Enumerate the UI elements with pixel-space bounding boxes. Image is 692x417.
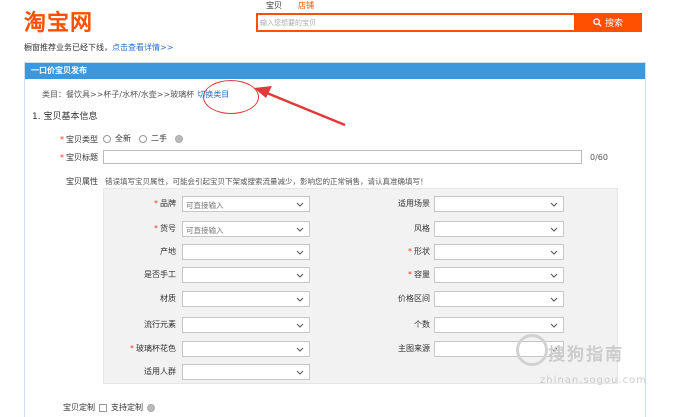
required-mark: * — [60, 153, 64, 162]
attr-label-right-4: 价格区间 — [398, 294, 430, 303]
custom-row: 宝贝定制 支持定制 — [63, 402, 157, 413]
chevron-down-icon — [296, 370, 304, 375]
category-path: 餐饮具>>杯子/水杯/水壶>>玻璃杯 — [66, 90, 195, 99]
attr-select-left-7[interactable] — [182, 364, 310, 380]
required-mark: * — [130, 344, 134, 353]
notice-text: 橱窗推荐业务已经下线， — [24, 43, 112, 52]
attr-label-left-6: * 玻璃杯花色 — [130, 344, 176, 353]
category-label: 类目： — [42, 90, 66, 99]
type-option-used[interactable]: 二手 — [139, 133, 167, 144]
chevron-down-icon — [296, 202, 304, 207]
required-mark: * — [154, 224, 158, 233]
attr-select-left-5[interactable] — [182, 317, 310, 333]
radio-icon — [175, 134, 183, 143]
select-value: 可直接输入 — [186, 226, 224, 235]
attr-select-left-2[interactable] — [182, 244, 310, 260]
tab-baobei[interactable]: 宝贝 — [258, 0, 290, 12]
required-mark: * — [408, 270, 412, 279]
type-option-new[interactable]: 全新 — [103, 133, 131, 144]
title-label: * 宝贝标题 — [60, 153, 98, 162]
attr-label-right-5: 个数 — [414, 320, 430, 329]
required-mark: * — [408, 247, 412, 256]
attr-select-left-0[interactable]: 可直接输入 — [182, 196, 310, 212]
attr-select-right-3[interactable] — [434, 267, 564, 283]
chevron-down-icon — [550, 297, 558, 302]
search-box: 搜索 — [256, 13, 642, 32]
attr-select-left-1[interactable]: 可直接输入 — [182, 221, 310, 237]
tab-dianpu[interactable]: 店铺 — [290, 0, 322, 12]
attr-label-left-2: 产地 — [160, 247, 176, 256]
attr-select-left-3[interactable] — [182, 267, 310, 283]
chevron-down-icon — [296, 227, 304, 232]
chevron-down-icon — [296, 273, 304, 278]
attr-select-right-2[interactable] — [434, 244, 564, 260]
attr-select-left-6[interactable] — [182, 341, 310, 357]
attr-label-left-4: 材质 — [160, 294, 176, 303]
attr-label-left-7: 适用人群 — [144, 367, 176, 376]
attr-label-left-5: 流行元素 — [144, 320, 176, 329]
section-title: 1. 宝贝基本信息 — [32, 112, 98, 122]
notice-link[interactable]: 点击查看详情>> — [112, 43, 173, 52]
attr-label-right-2: * 形状 — [408, 247, 430, 256]
custom-checkbox[interactable] — [99, 403, 107, 412]
watermark-url: zhinan.sogou.com — [540, 375, 648, 386]
radio-icon — [139, 134, 147, 143]
attr-label-left-0: * 品牌 — [154, 199, 176, 208]
search-icon — [593, 18, 602, 27]
chevron-down-icon — [296, 297, 304, 302]
chevron-down-icon — [550, 323, 558, 328]
required-mark: * — [154, 199, 158, 208]
search-input[interactable] — [260, 15, 570, 30]
attr-label-right-1: 风格 — [414, 224, 430, 233]
required-mark: * — [60, 135, 64, 144]
attr-select-right-0[interactable] — [434, 196, 564, 212]
chevron-down-icon — [296, 250, 304, 255]
chevron-down-icon — [296, 347, 304, 352]
attr-hint: 错误填写宝贝属性，可能会引起宝贝下架或搜索流量减少，影响您的正常销售，请认真准确… — [105, 177, 428, 186]
title-input[interactable] — [103, 150, 582, 164]
watermark-text: 搜狗指南 — [548, 345, 624, 365]
panel-title: 一口价宝贝发布 — [25, 63, 645, 79]
attr-label: 宝贝属性 — [66, 177, 98, 186]
custom-option: 支持定制 — [111, 403, 143, 412]
sogou-watermark-logo — [516, 334, 548, 366]
attr-select-right-5[interactable] — [434, 317, 564, 333]
help-icon[interactable] — [147, 403, 155, 412]
type-label: * 宝贝类型 — [60, 135, 98, 144]
select-value: 可直接输入 — [186, 201, 224, 210]
search-tabs: 宝贝 店铺 — [258, 0, 322, 12]
radio-icon — [103, 134, 111, 143]
attr-label-left-1: * 货号 — [154, 224, 176, 233]
chevron-down-icon — [550, 250, 558, 255]
title-counter: 0/60 — [590, 153, 608, 162]
attr-label-left-3: 是否手工 — [144, 270, 176, 279]
chevron-down-icon — [550, 273, 558, 278]
annotation-arrow — [254, 86, 346, 127]
custom-label: 宝贝定制 — [63, 403, 95, 412]
chevron-down-icon — [550, 202, 558, 207]
category-line: 类目：餐饮具>>杯子/水杯/水壶>>玻璃杯 切换类目 — [42, 89, 229, 100]
notice-bar: 橱窗推荐业务已经下线，点击查看详情>> — [24, 42, 173, 53]
attr-label-right-3: * 容量 — [408, 270, 430, 279]
attr-label-right-0: 适用场景 — [398, 199, 430, 208]
attr-select-right-4[interactable] — [434, 291, 564, 307]
type-radio-group: 全新 二手 — [103, 133, 187, 144]
search-button-label: 搜索 — [604, 19, 623, 29]
taobao-logo[interactable]: 淘宝网 — [24, 5, 93, 37]
attr-label-right-6: 主图来源 — [398, 344, 430, 353]
attr-select-right-1[interactable] — [434, 221, 564, 237]
chevron-down-icon — [296, 323, 304, 328]
type-option-other[interactable] — [175, 134, 187, 143]
search-button[interactable]: 搜索 — [574, 13, 642, 32]
attr-select-left-4[interactable] — [182, 291, 310, 307]
chevron-down-icon — [550, 227, 558, 232]
